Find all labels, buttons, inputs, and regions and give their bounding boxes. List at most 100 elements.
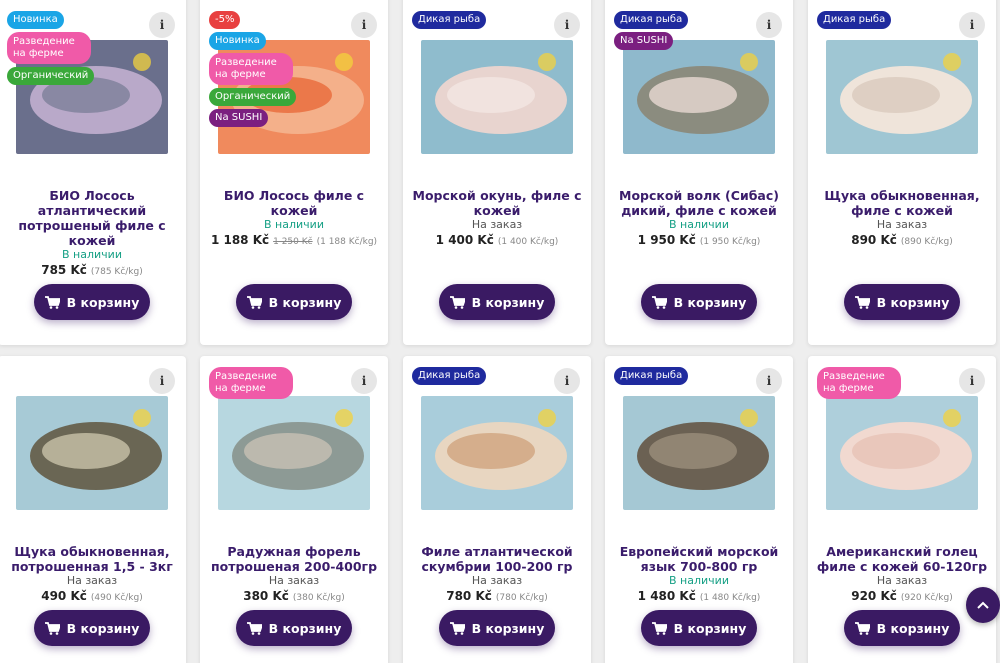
badge-list: Новинка Разведение на ферме Органический (7, 11, 127, 88)
product-info: Морской окунь, филе с кожей На заказ 1 400… (411, 188, 583, 250)
product-card[interactable]: Дикая рыба i Морской окунь, филе с кожей На… (403, 0, 591, 345)
badge-organic: Органический (209, 88, 297, 106)
add-to-cart-label: В корзину (268, 294, 342, 310)
price-line: 920 Kč (920 Kč/kg) (816, 588, 988, 606)
add-to-cart-button[interactable]: В корзину (641, 284, 757, 320)
price: 380 Kč (243, 589, 289, 603)
product-card[interactable]: Новинка Разведение на ферме Органический i Б… (0, 0, 186, 345)
price-per-kg: (890 Kč/kg) (900, 237, 953, 247)
info-icon[interactable]: i (351, 12, 377, 38)
info-icon[interactable]: i (149, 368, 175, 394)
add-to-cart-button[interactable]: В корзину (844, 610, 960, 646)
badge-list: Дикая рыба (412, 11, 532, 32)
product-card[interactable]: Разведение на ферме i Радужная форель потр… (200, 356, 388, 663)
badge-sushi: Na SUSHI (614, 32, 674, 50)
product-title[interactable]: Морской окунь, филе с кожей (411, 188, 583, 218)
price: 1 480 Kč (637, 589, 696, 603)
badge-wild: Дикая рыба (614, 11, 689, 29)
price-per-kg: (380 Kč/kg) (292, 593, 345, 603)
price-line: 785 Kč (785 Kč/kg) (6, 262, 178, 280)
add-to-cart-label: В корзину (673, 294, 747, 310)
badge-farm: Разведение на ферме (7, 32, 91, 64)
product-title[interactable]: Щука обыкновенная, потрошенная 1,5 - 3кг (6, 544, 178, 574)
add-to-cart-button[interactable]: В корзину (439, 284, 555, 320)
info-icon[interactable]: i (756, 12, 782, 38)
product-title[interactable]: Американский голец филе с кожей 60-120гр (816, 544, 988, 574)
availability-status: На заказ (471, 574, 523, 587)
add-to-cart-button[interactable]: В корзину (236, 610, 352, 646)
price: 1 950 Kč (637, 233, 696, 247)
product-title[interactable]: Европейский морской язык 700-800 гр (613, 544, 785, 574)
info-icon[interactable]: i (351, 368, 377, 394)
badge-list: Дикая рыба (412, 367, 532, 388)
product-image[interactable] (623, 40, 775, 154)
info-icon[interactable]: i (554, 12, 580, 38)
badge-list: Дикая рыба Na SUSHI (614, 11, 734, 53)
product-card[interactable]: Дикая рыба Na SUSHI i Морской волк (Сибас) … (605, 0, 793, 345)
scroll-to-top-button[interactable] (966, 587, 1000, 623)
product-info: БИО Лосось атлантический потрошеный филе… (6, 188, 178, 280)
product-info: Щука обыкновенная, филе с кожей На заказ 8… (816, 188, 988, 250)
price-line: 1 950 Kč (1 950 Kč/kg) (613, 232, 785, 250)
add-to-cart-button[interactable]: В корзину (844, 284, 960, 320)
badge-organic: Органический (7, 67, 95, 85)
product-image[interactable] (16, 396, 168, 510)
product-title[interactable]: Филе атлантической скумбрии 100-200 гр (411, 544, 583, 574)
product-image[interactable] (623, 396, 775, 510)
product-card[interactable]: Дикая рыба i Европейский морской язык 700-… (605, 356, 793, 663)
add-to-cart-label: В корзину (471, 294, 545, 310)
info-icon[interactable]: i (959, 12, 985, 38)
price: 1 400 Kč (435, 233, 494, 247)
product-title[interactable]: БИО Лосось филе с кожей (208, 188, 380, 218)
price-line: 1 480 Kč (1 480 Kč/kg) (613, 588, 785, 606)
add-to-cart-label: В корзину (66, 620, 140, 636)
info-icon[interactable]: i (756, 368, 782, 394)
product-title[interactable]: Морской волк (Сибас) дикий, филе с кожей (613, 188, 785, 218)
price-per-kg: (1 400 Kč/kg) (497, 237, 559, 247)
price: 490 Kč (41, 589, 87, 603)
product-info: БИО Лосось филе с кожей В наличии 1 188 Kč… (208, 188, 380, 250)
product-image[interactable] (421, 396, 573, 510)
product-card[interactable]: Разведение на ферме i Американский голец ф… (808, 356, 996, 663)
price-per-kg: (920 Kč/kg) (900, 593, 953, 603)
cart-icon (854, 295, 870, 309)
product-info: Филе атлантической скумбрии 100-200 гр На… (411, 544, 583, 606)
add-to-cart-button[interactable]: В корзину (34, 284, 150, 320)
availability-status: На заказ (268, 574, 320, 587)
price-line: 1 188 Kč 1 250 Kč (1 188 Kč/kg) (208, 232, 380, 250)
product-image[interactable] (421, 40, 573, 154)
add-to-cart-button[interactable]: В корзину (641, 610, 757, 646)
add-to-cart-button[interactable]: В корзину (34, 610, 150, 646)
product-card[interactable]: Дикая рыба i Щука обыкновенная, филе с кож… (808, 0, 996, 345)
product-card[interactable]: Дикая рыба i Филе атлантической скумбрии 1… (403, 356, 591, 663)
product-image[interactable] (826, 396, 978, 510)
product-title[interactable]: Щука обыкновенная, филе с кожей (816, 188, 988, 218)
cart-icon (651, 295, 667, 309)
info-icon[interactable]: i (554, 368, 580, 394)
product-image[interactable] (218, 396, 370, 510)
product-card[interactable]: i Щука обыкновенная, потрошенная 1,5 - 3к… (0, 356, 186, 663)
product-title[interactable]: БИО Лосось атлантический потрошеный филе… (6, 188, 178, 248)
product-title[interactable]: Радужная форель потрошеная 200-400гр (208, 544, 380, 574)
price: 785 Kč (41, 263, 87, 277)
add-to-cart-button[interactable]: В корзину (236, 284, 352, 320)
badge-list: -5% Новинка Разведение на ферме Органически… (209, 11, 329, 130)
availability-status: В наличии (669, 218, 729, 231)
price-per-kg: (780 Kč/kg) (495, 593, 548, 603)
product-image[interactable] (826, 40, 978, 154)
info-icon[interactable]: i (959, 368, 985, 394)
add-to-cart-button[interactable]: В корзину (439, 610, 555, 646)
badge-wild: Дикая рыба (412, 367, 487, 385)
price-line: 380 Kč (380 Kč/kg) (208, 588, 380, 606)
add-to-cart-label: В корзину (66, 294, 140, 310)
product-info: Европейский морской язык 700-800 гр В нал… (613, 544, 785, 606)
product-info: Морской волк (Сибас) дикий, филе с кожей… (613, 188, 785, 250)
info-icon[interactable]: i (149, 12, 175, 38)
badge-farm: Разведение на ферме (209, 53, 293, 85)
availability-status: На заказ (471, 218, 523, 231)
product-card[interactable]: -5% Новинка Разведение на ферме Органически… (200, 0, 388, 345)
badge-list: Дикая рыба (817, 11, 937, 32)
badge-wild: Дикая рыба (614, 367, 689, 385)
price: 890 Kč (851, 233, 897, 247)
price-line: 890 Kč (890 Kč/kg) (816, 232, 988, 250)
